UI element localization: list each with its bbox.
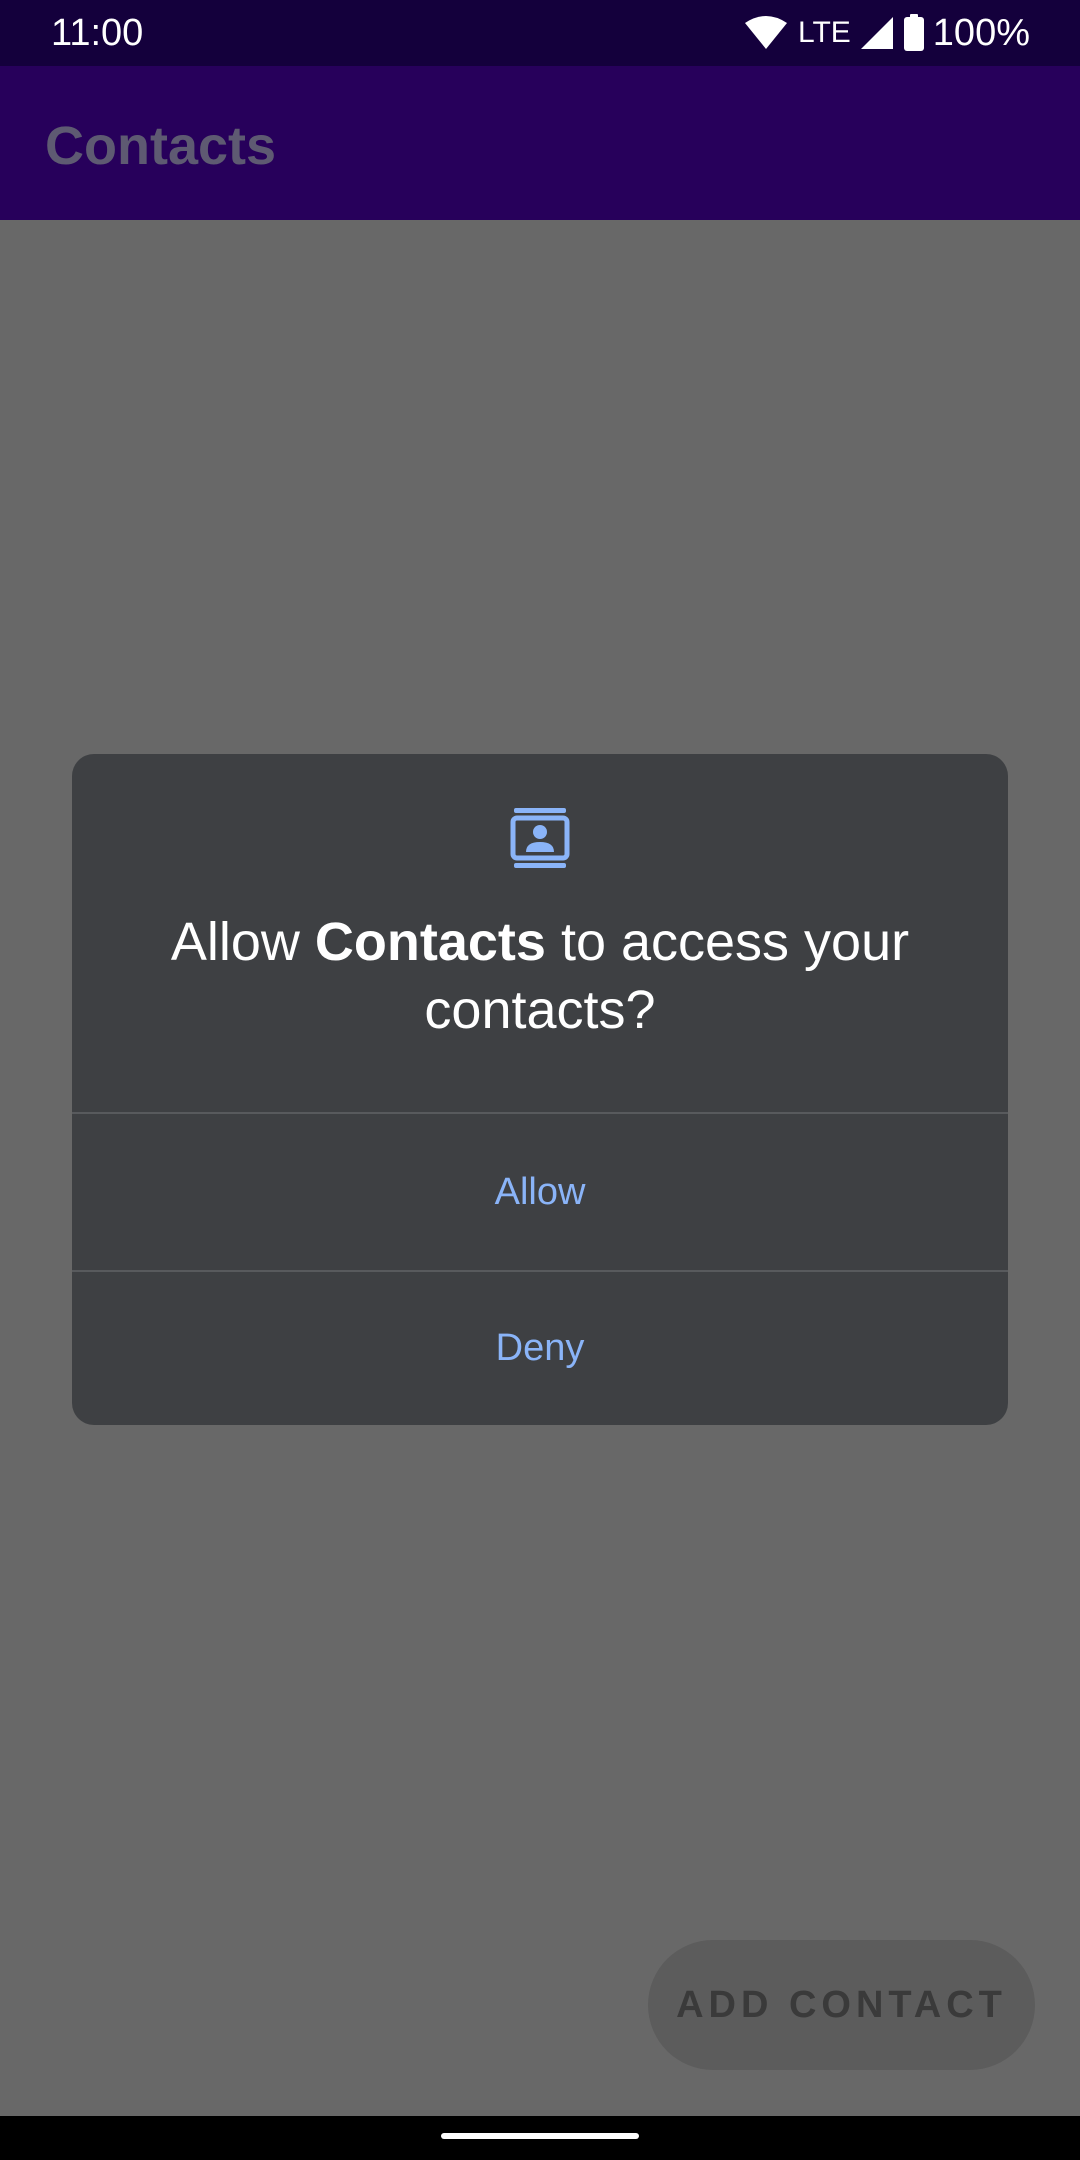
home-gesture-handle[interactable] [441,2133,639,2139]
dialog-title: Allow Contacts to access your contacts? [112,908,968,1044]
navigation-bar [0,2116,1080,2160]
status-icons: LTE 100% [744,10,1030,56]
permission-dialog: Allow Contacts to access your contacts? … [72,754,1008,1425]
deny-button[interactable]: Deny [72,1272,1008,1425]
app-bar: Contacts [0,66,1080,220]
dialog-title-prefix: Allow [170,912,315,972]
wifi-icon [744,15,788,51]
dialog-title-app: Contacts [314,912,546,972]
add-contact-button[interactable]: ADD CONTACT [648,1940,1035,2070]
dialog-header: Allow Contacts to access your contacts? [72,754,1008,1112]
app-title: Contacts [45,116,277,176]
allow-button[interactable]: Allow [72,1114,1008,1270]
add-contact-label: ADD CONTACT [676,1983,1007,2026]
battery-icon [903,14,925,52]
status-bar: 11:00 LTE 100% [0,0,1080,66]
cellular-signal-icon [859,15,895,51]
network-type: LTE [798,16,851,49]
battery-level: 100% [932,11,1030,54]
contacts-icon [508,806,572,870]
status-time: 11:00 [51,12,144,54]
